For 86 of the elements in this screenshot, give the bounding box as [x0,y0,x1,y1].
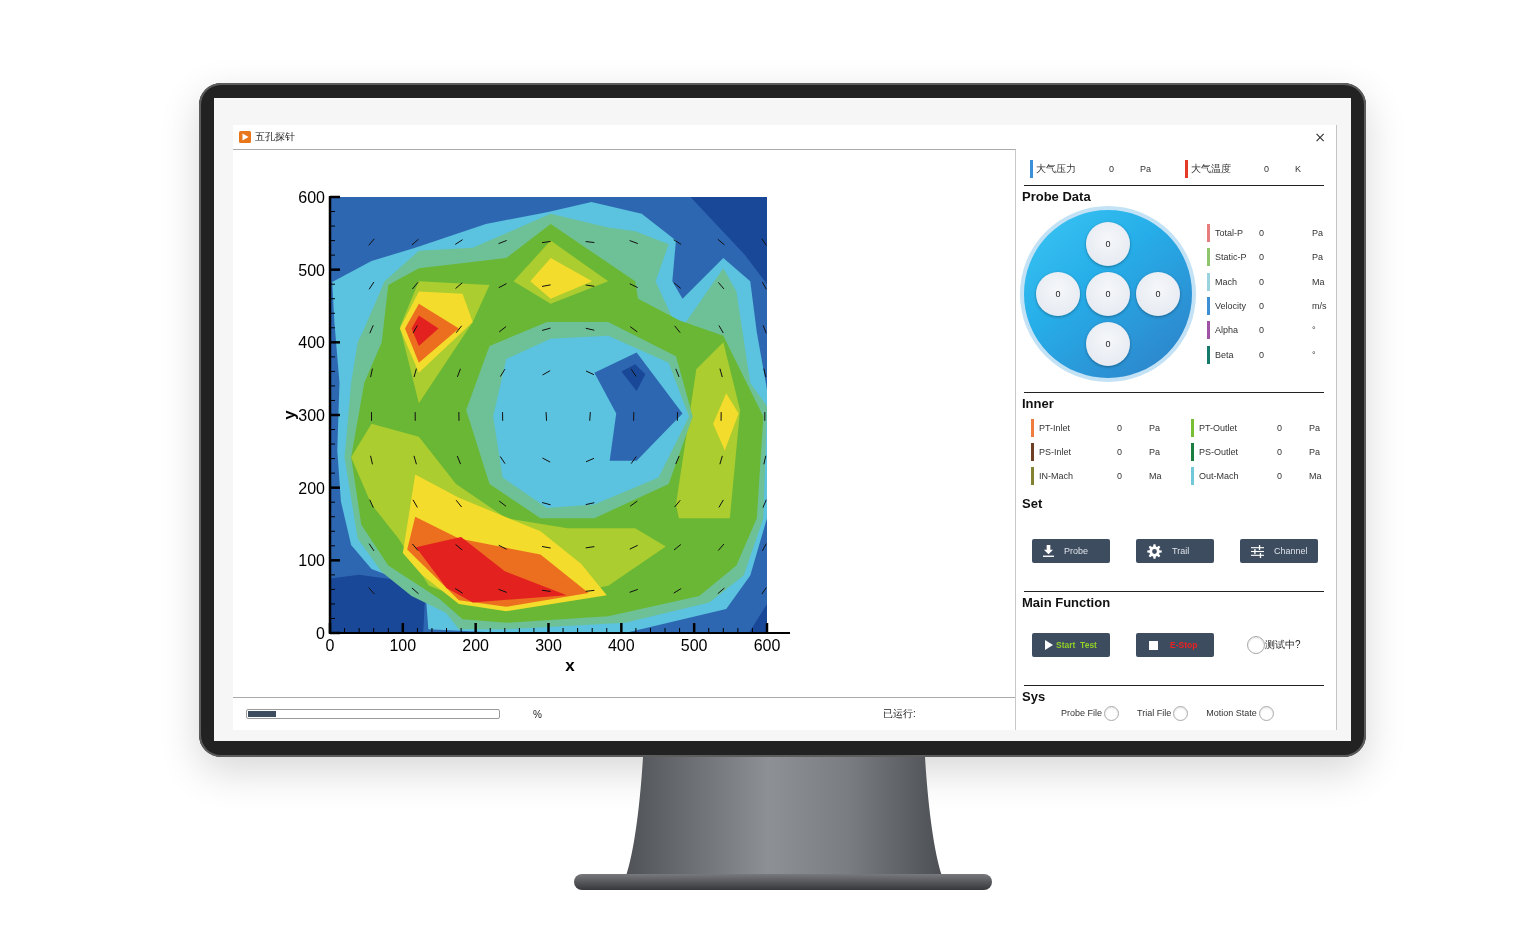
reading-label: Static-P [1215,252,1248,263]
axis-tick-label: 400 [608,637,635,654]
axis-tick-label: 300 [298,407,325,424]
sliders-icon [1251,544,1264,558]
reading-unit: Ma [1149,471,1162,481]
axis-tick-label: 600 [298,189,325,206]
elapsed-label: 已运行: [882,707,916,721]
probe-port: 0 [1086,322,1130,366]
reading-unit: Pa [1140,164,1151,174]
probe-port: 0 [1086,222,1130,266]
indicator-label: Trial File [1137,708,1172,718]
axis-tick-label: 400 [298,334,325,352]
reading-unit: ° [1312,325,1316,336]
reading-value: 0 [1277,423,1283,433]
play-icon [239,131,251,143]
start-test-button[interactable]: Start Test [1032,633,1110,657]
axis-tick-label: 100 [298,552,325,570]
probe-port: 0 [1086,272,1130,316]
reading-label: 大气压力 [1036,162,1077,176]
reading-unit: Pa [1149,447,1160,457]
axis-tick-label: 200 [462,637,489,654]
reading-unit: Ma [1309,471,1322,481]
download-icon [1043,545,1054,557]
section-title: Probe Data [1022,189,1092,205]
reading-label: Beta [1215,349,1235,360]
axis-tick-label: 100 [389,637,417,654]
reading-unit: Pa [1149,423,1160,433]
section-title: Set [1022,496,1044,512]
reading-label: Total-P [1215,228,1244,239]
axis-tick-label: 300 [535,637,562,654]
reading-value: 0 [1259,276,1265,287]
reading-value: 0 [1117,423,1123,433]
reading-label: PS-Inlet [1039,447,1072,457]
axis-tick-label: 600 [753,637,781,654]
probe-button[interactable]: Probe [1032,539,1110,563]
axis-tick-label: 0 [316,625,325,642]
reading-unit: Pa [1312,252,1323,263]
reading-unit: K [1295,164,1301,174]
gear-icon [1147,543,1162,559]
reading-label: Alpha [1215,325,1240,336]
section-title: Inner [1022,396,1055,412]
axis-tick-label: 500 [298,261,325,279]
section-title: Sys [1022,689,1047,705]
axis-tick-label: 200 [298,479,325,497]
reading-value: 0 [1277,447,1283,457]
probe-port: 0 [1036,272,1080,316]
reading-value: 0 [1259,252,1265,263]
window-title: 五孔探针 [255,130,295,144]
axis-tick-label: 0 [325,637,335,654]
axis-title: x [565,656,575,675]
reading-unit: Pa [1312,228,1323,239]
reading-value: 0 [1259,325,1265,336]
section-title: Main Function [1022,595,1112,611]
indicator-label: 测试中? [1265,638,1301,652]
reading-value: 0 [1259,301,1265,312]
reading-label: PT-Inlet [1039,423,1071,433]
reading-label: IN-Mach [1039,471,1074,481]
reading-value: 0 [1259,349,1265,360]
percent-label: % [533,708,542,720]
trail-button[interactable]: Trail [1136,539,1214,563]
reading-value: 0 [1109,164,1115,174]
reading-unit: ° [1312,349,1316,360]
reading-label: PS-Outlet [1199,447,1239,457]
reading-label: 大气温度 [1191,162,1232,176]
reading-unit: Ma [1312,276,1325,287]
reading-value: 0 [1259,228,1265,239]
close-button[interactable]: × [1312,130,1328,144]
reading-label: PT-Outlet [1199,423,1238,433]
reading-value: 0 [1277,471,1283,481]
reading-value: 0 [1264,164,1270,174]
reading-unit: Pa [1309,447,1320,457]
indicator-label: Motion State [1206,708,1257,718]
axis-title: y [279,410,299,420]
reading-value: 0 [1117,447,1123,457]
axis-tick-label: 500 [680,637,708,654]
stop-icon [1149,640,1158,650]
indicator-label: Probe File [1061,708,1103,718]
reading-label: Out-Mach [1199,471,1240,481]
reading-label: Mach [1215,276,1238,287]
reading-value: 0 [1117,471,1123,481]
reading-unit: m/s [1312,301,1327,312]
play-icon [1045,640,1053,650]
probe-port: 0 [1136,272,1180,316]
reading-label: Velocity [1215,301,1248,312]
channel-button[interactable]: Channel [1240,539,1318,563]
reading-unit: Pa [1309,423,1320,433]
